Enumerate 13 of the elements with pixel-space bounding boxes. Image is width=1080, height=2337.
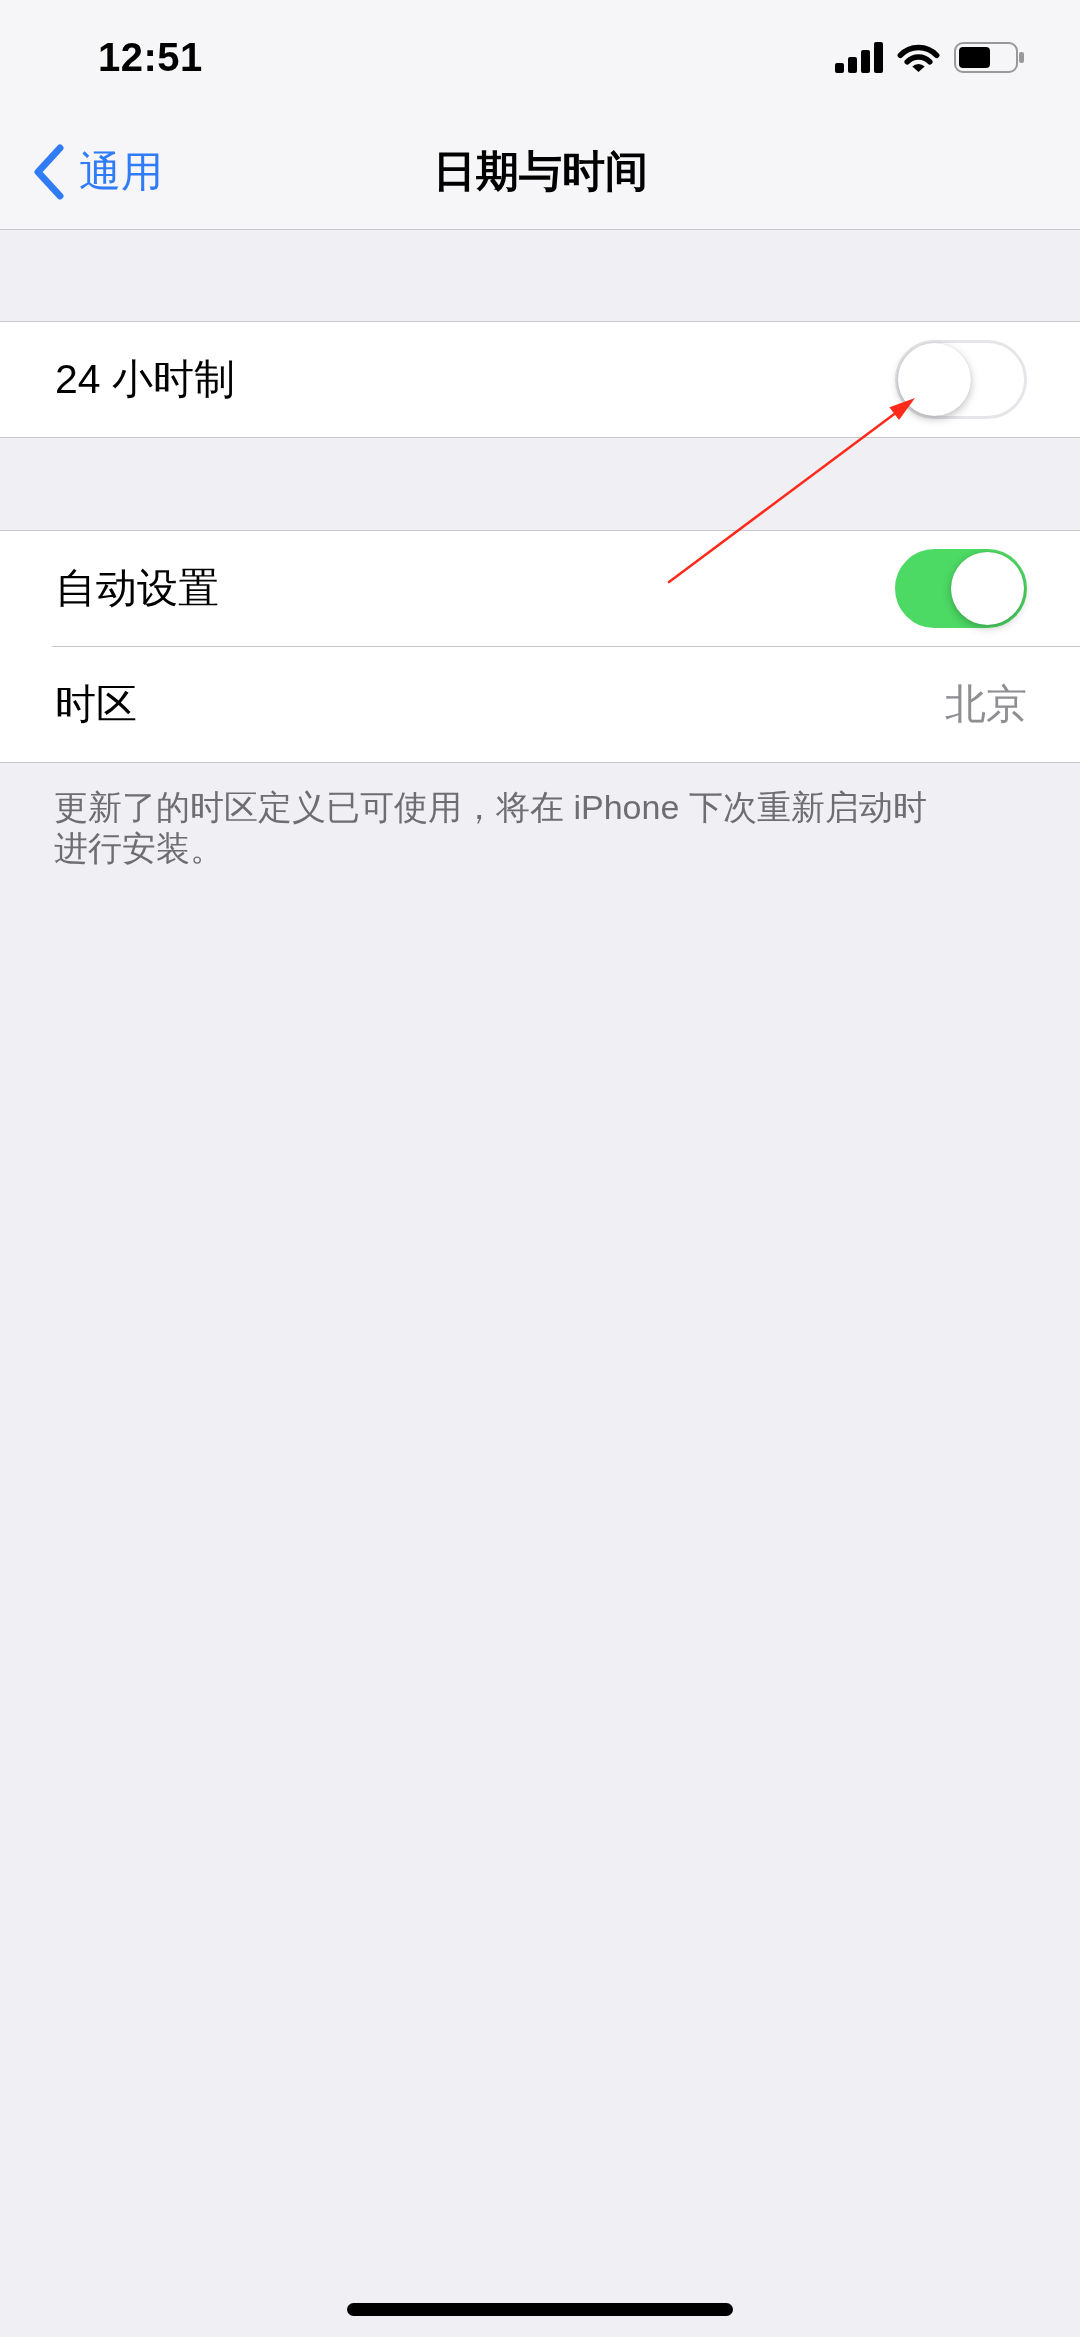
setting-value: 北京 bbox=[945, 680, 1027, 729]
back-button[interactable]: 通用 bbox=[33, 144, 163, 200]
setting-label: 自动设置 bbox=[55, 564, 219, 613]
wifi-icon bbox=[897, 42, 940, 73]
back-chevron-icon bbox=[33, 144, 65, 200]
toggle-switch[interactable] bbox=[895, 549, 1027, 628]
battery-icon bbox=[954, 42, 1024, 73]
setting-label: 24 小时制 bbox=[55, 355, 235, 404]
status-time: 12:51 bbox=[98, 35, 203, 80]
page-title: 日期与时间 bbox=[432, 146, 648, 197]
footer-note: 更新了的时区定义已可使用，将在 iPhone 下次重新启动时进行安装。 bbox=[54, 787, 928, 869]
setting-label: 时区 bbox=[55, 680, 137, 729]
signal-icon bbox=[835, 42, 883, 73]
